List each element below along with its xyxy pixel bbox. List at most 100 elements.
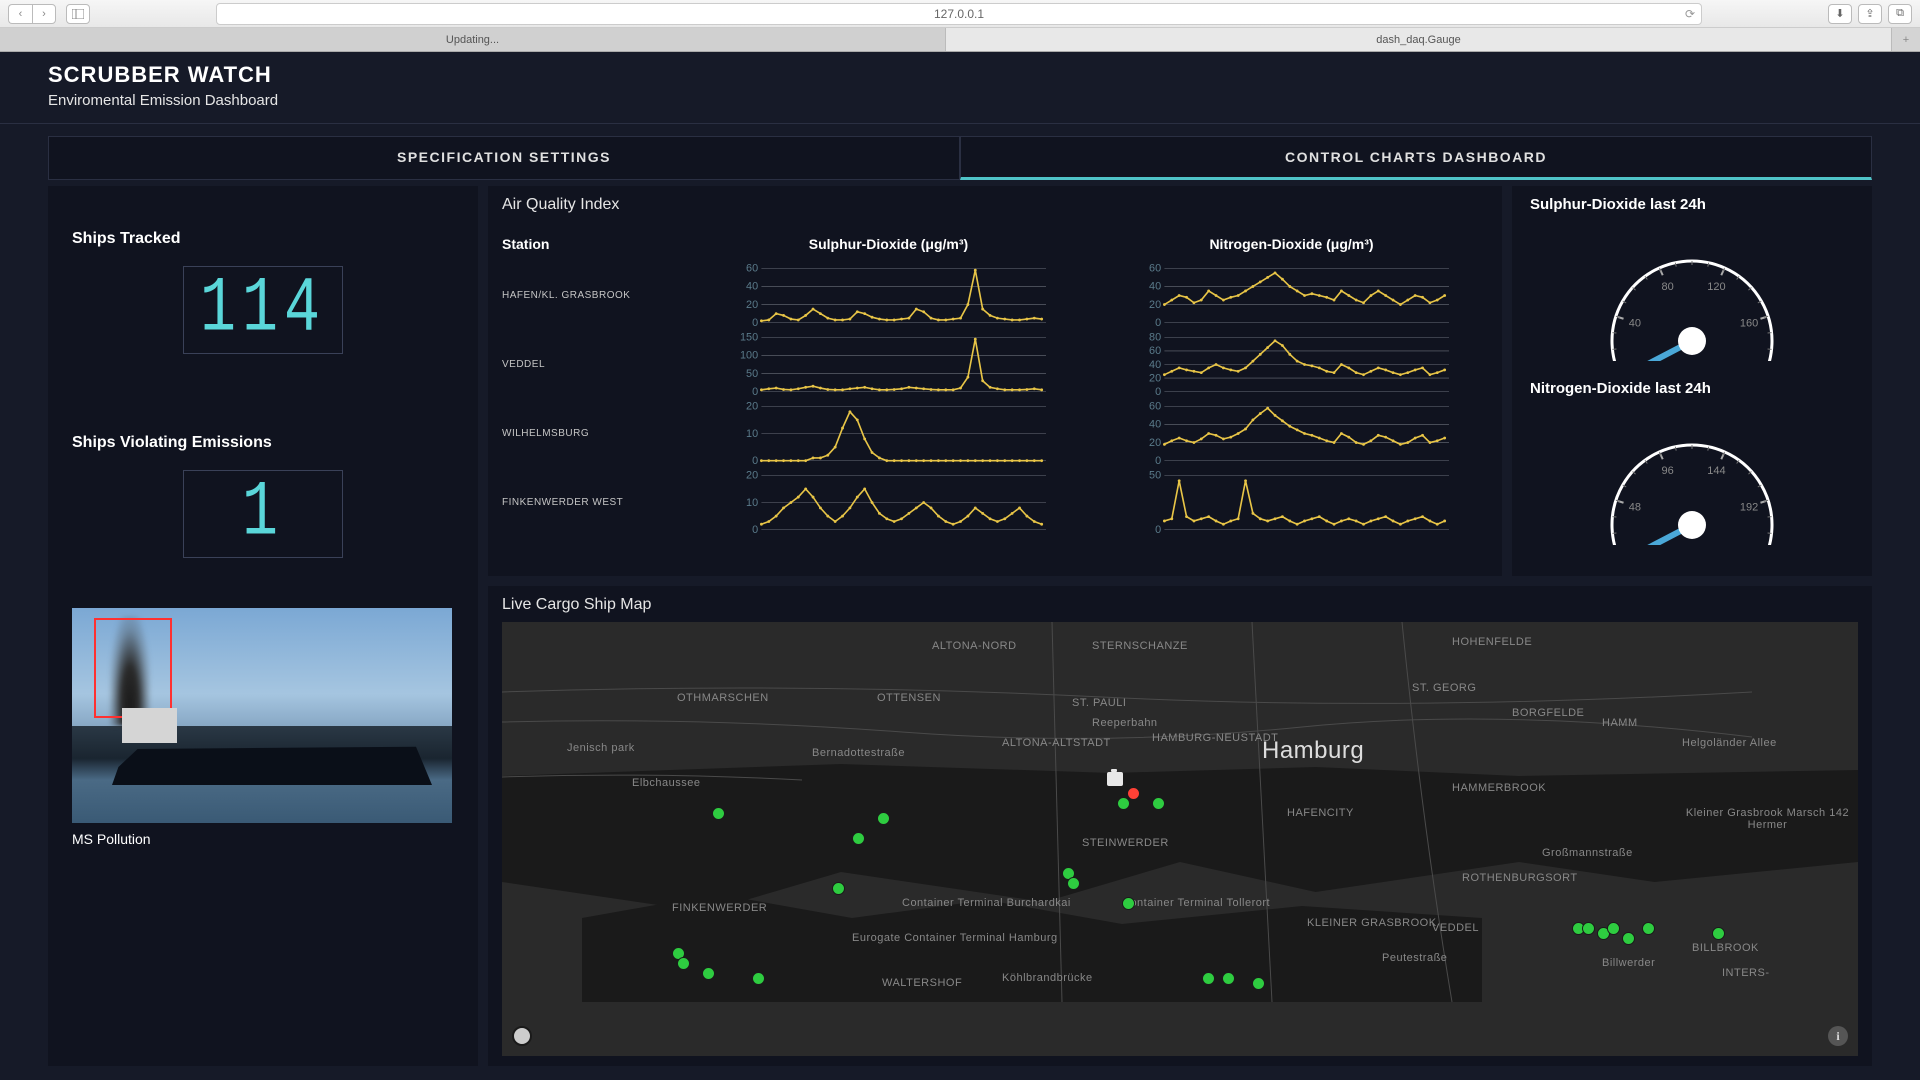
- svg-text:150: 150: [740, 333, 758, 344]
- camera-icon: [1107, 772, 1123, 786]
- svg-text:160: 160: [1740, 317, 1758, 329]
- browser-tab-0[interactable]: Updating...: [0, 28, 946, 51]
- svg-text:96: 96: [1661, 465, 1673, 477]
- aqi-col-so2: Sulphur-Dioxide (μg/m³): [692, 222, 1085, 258]
- svg-text:20: 20: [1149, 299, 1161, 311]
- ship-marker[interactable]: [1122, 897, 1135, 910]
- back-button[interactable]: ‹: [8, 4, 32, 24]
- browser-tab-bar: Updating... dash_daq.Gauge +: [0, 28, 1920, 52]
- svg-text:0: 0: [752, 317, 758, 327]
- station-name: WILHELMSBURG: [502, 428, 682, 439]
- svg-text:0: 0: [1155, 317, 1161, 327]
- map-info-icon[interactable]: i: [1828, 1026, 1848, 1046]
- svg-text:0: 0: [752, 524, 758, 534]
- svg-text:40: 40: [1149, 359, 1161, 371]
- map-panel: Live Cargo Ship Map Hamburg: [488, 586, 1872, 1066]
- svg-text:50: 50: [1149, 471, 1161, 482]
- svg-text:60: 60: [1149, 264, 1161, 275]
- svg-text:120: 120: [1707, 281, 1725, 293]
- svg-text:20: 20: [1149, 372, 1161, 384]
- app-header: SCRUBBER WATCH Enviromental Emission Das…: [0, 52, 1920, 124]
- station-name: HAFEN/KL. GRASBROOK: [502, 290, 682, 301]
- cargo-ship-map[interactable]: Hamburg i ALTONA-NORDSTERNSCHANZEHOHENFE…: [502, 622, 1858, 1056]
- ships-violating-display: 1: [183, 470, 343, 558]
- ship-marker[interactable]: [1712, 927, 1725, 940]
- ships-violating-label: Ships Violating Emissions: [72, 434, 454, 452]
- sparkline-chart[interactable]: 0 50: [1095, 471, 1488, 534]
- ship-marker[interactable]: [677, 957, 690, 970]
- ship-marker[interactable]: [1222, 972, 1235, 985]
- address-bar[interactable]: 127.0.0.1 ⟳: [216, 3, 1702, 25]
- aqi-title: Air Quality Index: [502, 196, 1488, 214]
- ship-marker[interactable]: [1202, 972, 1215, 985]
- sparkline-chart[interactable]: 0204060: [1095, 402, 1488, 465]
- svg-text:0: 0: [1155, 386, 1161, 396]
- gauge-panel: Sulphur-Dioxide last 24h 04080120160200 …: [1512, 186, 1872, 576]
- sidebar-toggle-button[interactable]: [66, 4, 90, 24]
- refresh-icon[interactable]: ⟳: [1685, 7, 1695, 21]
- svg-text:80: 80: [1661, 281, 1673, 293]
- svg-text:0: 0: [1155, 524, 1161, 534]
- svg-text:100: 100: [740, 350, 758, 362]
- svg-text:20: 20: [746, 402, 758, 413]
- aqi-col-station: Station: [502, 222, 682, 258]
- svg-text:20: 20: [1149, 437, 1161, 449]
- aqi-col-no2: Nitrogen-Dioxide (μg/m³): [1095, 222, 1488, 258]
- ships-tracked-value: 114: [200, 266, 326, 354]
- violator-ship-image: [72, 608, 452, 823]
- ship-marker[interactable]: [1117, 797, 1130, 810]
- svg-text:40: 40: [1149, 419, 1161, 431]
- ship-marker-violator[interactable]: [1127, 787, 1140, 800]
- tab-specification-settings[interactable]: SPECIFICATION SETTINGS: [48, 136, 960, 180]
- ship-marker[interactable]: [852, 832, 865, 845]
- svg-text:60: 60: [746, 264, 758, 275]
- tab-control-charts[interactable]: CONTROL CHARTS DASHBOARD: [960, 136, 1872, 180]
- gauge-no2: 04896144192240: [1526, 405, 1858, 550]
- downloads-icon[interactable]: ⬇: [1828, 4, 1852, 24]
- browser-toolbar: ‹ › 127.0.0.1 ⟳ ⬇ ⇪ ⧉: [0, 0, 1920, 28]
- sparkline-chart[interactable]: 020406080: [1095, 333, 1488, 396]
- ship-marker[interactable]: [1642, 922, 1655, 935]
- share-icon[interactable]: ⇪: [1858, 4, 1882, 24]
- ship-marker[interactable]: [712, 807, 725, 820]
- sparkline-chart[interactable]: 0 20 40 60: [1095, 264, 1488, 327]
- svg-text:192: 192: [1740, 501, 1758, 513]
- sparkline-chart[interactable]: 01020: [692, 402, 1085, 465]
- sparkline-chart[interactable]: 01020: [692, 471, 1085, 534]
- dashboard-tabs: SPECIFICATION SETTINGS CONTROL CHARTS DA…: [48, 136, 1872, 180]
- station-name: FINKENWERDER WEST: [502, 497, 682, 508]
- svg-text:20: 20: [746, 471, 758, 482]
- ship-marker[interactable]: [832, 882, 845, 895]
- ship-marker[interactable]: [1152, 797, 1165, 810]
- ship-caption: MS Pollution: [72, 831, 454, 847]
- forward-button[interactable]: ›: [32, 4, 56, 24]
- svg-text:80: 80: [1149, 333, 1161, 344]
- ships-tracked-display: 114: [183, 266, 343, 354]
- svg-text:50: 50: [746, 368, 758, 380]
- ship-marker[interactable]: [1252, 977, 1265, 990]
- ship-marker[interactable]: [1607, 922, 1620, 935]
- mapbox-logo-icon[interactable]: [512, 1026, 532, 1046]
- ships-tracked-label: Ships Tracked: [72, 230, 454, 248]
- svg-text:40: 40: [746, 281, 758, 293]
- air-quality-panel: Air Quality Index Station Sulphur-Dioxid…: [488, 186, 1502, 576]
- sparkline-chart[interactable]: 050100150: [692, 333, 1085, 396]
- ship-marker[interactable]: [877, 812, 890, 825]
- map-title: Live Cargo Ship Map: [502, 596, 1858, 614]
- ship-marker[interactable]: [1622, 932, 1635, 945]
- new-tab-button[interactable]: +: [1892, 28, 1920, 51]
- sidebar-panel: Ships Tracked 114 Ships Violating Emissi…: [48, 186, 478, 1066]
- svg-text:10: 10: [746, 428, 758, 440]
- ship-marker[interactable]: [702, 967, 715, 980]
- svg-text:60: 60: [1149, 402, 1161, 413]
- ship-marker[interactable]: [1582, 922, 1595, 935]
- ship-marker[interactable]: [752, 972, 765, 985]
- ship-marker[interactable]: [1067, 877, 1080, 890]
- app-subtitle: Enviromental Emission Dashboard: [48, 92, 1872, 109]
- svg-text:40: 40: [1149, 281, 1161, 293]
- tabs-overview-icon[interactable]: ⧉: [1888, 4, 1912, 24]
- svg-text:144: 144: [1707, 465, 1725, 477]
- browser-tab-1[interactable]: dash_daq.Gauge: [946, 28, 1892, 51]
- sparkline-chart[interactable]: 0204060: [692, 264, 1085, 327]
- gauge-so2: 04080120160200: [1526, 221, 1858, 366]
